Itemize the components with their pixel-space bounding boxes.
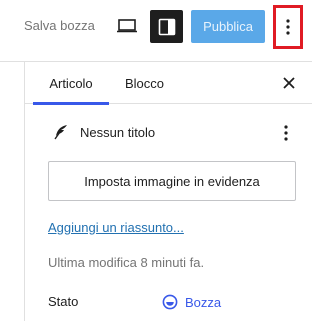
document-actions-button[interactable] (278, 122, 294, 144)
tab-block[interactable]: Blocco (125, 62, 164, 104)
status-label: Stato (48, 294, 79, 309)
save-draft-button[interactable]: Salva bozza (24, 18, 95, 33)
status-value: Bozza (185, 294, 222, 310)
settings-toggle-button[interactable] (150, 10, 183, 43)
options-button[interactable] (273, 5, 303, 49)
preview-button[interactable] (114, 13, 140, 39)
vertical-ellipsis-icon (286, 19, 290, 35)
status-button[interactable]: Bozza (162, 292, 221, 312)
close-settings-button[interactable] (280, 74, 298, 92)
vertical-ellipsis-icon (284, 125, 288, 141)
last-modified-text: Ultima modifica 8 minuti fa. (48, 255, 205, 270)
document-title: Nessun titolo (80, 125, 156, 140)
draft-status-icon (162, 294, 178, 310)
set-featured-image-button[interactable]: Imposta immagine in evidenza (48, 161, 296, 201)
laptop-icon (117, 19, 137, 33)
add-excerpt-link[interactable]: Aggiungi un riassunto... (48, 220, 184, 235)
document-summary: Nessun titolo (52, 122, 302, 144)
sidebar-tabs: Articolo Blocco (25, 62, 312, 105)
feather-pen-icon (54, 125, 67, 140)
sidebar-panel-icon (158, 18, 175, 35)
publish-button[interactable]: Pubblica (191, 10, 265, 43)
close-icon (283, 77, 295, 89)
editor-header: Salva bozza Pubblica (0, 0, 312, 62)
tab-post[interactable]: Articolo (33, 62, 109, 105)
